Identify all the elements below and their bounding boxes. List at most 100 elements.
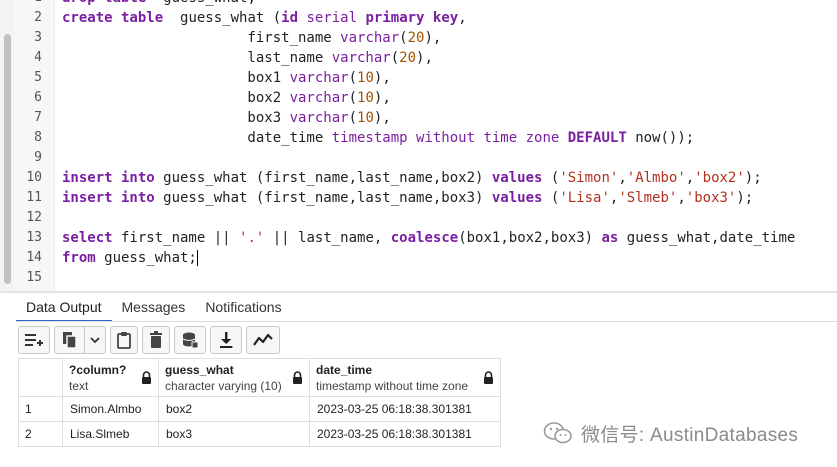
code-line[interactable]: 8 date_time timestamp without time zone …: [14, 128, 837, 148]
sql-string: '.': [239, 230, 265, 246]
table-cell[interactable]: box3: [158, 421, 310, 447]
code-text[interactable]: box2 varchar(10),: [62, 88, 390, 108]
code-text[interactable]: first_name varchar(20),: [62, 28, 441, 48]
sql-keyword: without time zone: [416, 130, 560, 146]
line-number: 12: [26, 210, 42, 225]
tab-notifications[interactable]: Notifications: [195, 293, 291, 322]
table-row[interactable]: 2 Lisa.Slmeb box3 2023-03-25 06:18:38.30…: [18, 421, 501, 447]
delete-row-button[interactable]: [142, 326, 170, 354]
sql-token: guess_what (first_name,last_name,box3): [154, 190, 492, 206]
sql-token: now());: [626, 130, 695, 146]
code-line[interactable]: 15: [14, 268, 837, 288]
row-number[interactable]: 2: [18, 421, 63, 447]
sql-token: );: [744, 170, 762, 186]
code-line[interactable]: 3 first_name varchar(20),: [14, 28, 837, 48]
sql-type: varchar: [289, 70, 349, 86]
paste-icon: [117, 332, 131, 349]
code-text[interactable]: drop table guess_what;: [62, 0, 256, 8]
table-cell[interactable]: 2023-03-25 06:18:38.301381: [309, 396, 501, 422]
copy-button[interactable]: [55, 327, 85, 353]
row-number-header: [18, 358, 63, 397]
editor-scrollbar[interactable]: [0, 0, 14, 291]
code-line[interactable]: 11 insert into guess_what (first_name,las…: [14, 188, 837, 208]
sql-keyword: insert into: [62, 190, 155, 206]
table-row[interactable]: 1 Simon.Almbo box2 2023-03-25 06:18:38.3…: [18, 396, 501, 422]
data-output-toolbar: [18, 326, 280, 356]
line-number: 15: [26, 270, 42, 285]
sql-token: ,: [677, 190, 686, 206]
result-grid: ?column? text guess_what character varyi…: [18, 358, 501, 447]
code-line[interactable]: 9: [14, 148, 837, 168]
table-cell[interactable]: Simon.Almbo: [62, 396, 159, 422]
sql-type: serial: [306, 10, 358, 26]
code-line[interactable]: 7 box3 varchar(10),: [14, 108, 837, 128]
code-text[interactable]: insert into guess_what (first_name,last_…: [62, 168, 762, 188]
sql-token: ,: [618, 170, 627, 186]
code-area[interactable]: 1 drop table guess_what; 2 create table gue…: [14, 0, 837, 288]
line-number: 8: [34, 130, 42, 145]
sql-keyword: as: [601, 230, 619, 246]
line-number: 11: [26, 190, 42, 205]
sql-token: (: [348, 90, 358, 106]
add-row-button[interactable]: [18, 326, 50, 354]
table-cell[interactable]: Lisa.Slmeb: [62, 421, 159, 447]
sql-number: 10: [357, 90, 374, 106]
sql-type: varchar: [289, 110, 349, 126]
sql-token: || last_name,: [264, 230, 391, 246]
column-type: text: [69, 378, 89, 393]
sql-token: (: [399, 30, 408, 46]
sql-token: ),: [373, 110, 391, 126]
code-text[interactable]: insert into guess_what (first_name,last_…: [62, 188, 753, 208]
download-button[interactable]: [210, 326, 242, 354]
sql-number: 20: [399, 50, 417, 66]
sql-keyword: values: [491, 170, 543, 186]
code-line[interactable]: 2 create table guess_what (id serial prim…: [14, 8, 837, 28]
line-number: 10: [26, 170, 42, 185]
column-name: date_time: [316, 362, 373, 377]
table-cell[interactable]: box2: [158, 396, 310, 422]
table-cell[interactable]: 2023-03-25 06:18:38.301381: [309, 421, 501, 447]
code-text[interactable]: create table guess_what (id serial prima…: [62, 8, 467, 28]
code-line[interactable]: 10 insert into guess_what (first_name,las…: [14, 168, 837, 188]
sql-keyword: create table: [62, 10, 164, 26]
code-line[interactable]: 12: [14, 208, 837, 228]
sql-editor[interactable]: 1 drop table guess_what; 2 create table gue…: [0, 0, 837, 291]
code-text[interactable]: box1 varchar(10),: [62, 68, 390, 88]
row-number[interactable]: 1: [18, 396, 63, 422]
sql-keyword: values: [491, 190, 543, 206]
sql-number: 10: [357, 70, 374, 86]
editor-scrollbar-thumb[interactable]: [4, 34, 11, 284]
grid-header-row: ?column? text guess_what character varyi…: [18, 358, 501, 397]
code-line[interactable]: 6 box2 varchar(10),: [14, 88, 837, 108]
line-number: 4: [34, 50, 42, 65]
save-data-button[interactable]: [174, 326, 206, 354]
code-text[interactable]: select first_name || '.' || last_name, c…: [62, 228, 795, 248]
code-text[interactable]: date_time timestamp without time zone DE…: [62, 128, 694, 148]
sql-token: ),: [424, 30, 442, 46]
code-text[interactable]: from guess_what;: [62, 248, 198, 268]
code-line[interactable]: 14 from guess_what;: [14, 248, 837, 268]
code-text[interactable]: last_name varchar(20),: [62, 48, 432, 68]
sql-keyword: insert into: [62, 170, 155, 186]
line-number: 2: [34, 10, 42, 25]
code-line[interactable]: 13 select first_name || '.' || last_name,…: [14, 228, 837, 248]
paste-button[interactable]: [110, 326, 138, 354]
sql-type: varchar: [340, 30, 400, 46]
column-header[interactable]: date_time timestamp without time zone: [309, 358, 501, 397]
sql-token: guess_what;: [146, 0, 256, 6]
column-header[interactable]: ?column? text: [62, 358, 159, 397]
result-tabs: Data Output Messages Notifications: [16, 293, 292, 322]
tab-messages[interactable]: Messages: [112, 293, 196, 322]
delete-icon: [150, 331, 162, 348]
code-line[interactable]: 1 drop table guess_what;: [14, 0, 837, 8]
code-line[interactable]: 5 box1 varchar(10),: [14, 68, 837, 88]
code-text[interactable]: box3 varchar(10),: [62, 108, 391, 128]
graph-visualiser-button[interactable]: [246, 326, 280, 354]
tab-data-output[interactable]: Data Output: [16, 293, 112, 322]
copy-options-dropdown[interactable]: [85, 327, 105, 353]
code-line[interactable]: 4 last_name varchar(20),: [14, 48, 837, 68]
sql-token: date_time: [62, 130, 332, 146]
column-header[interactable]: guess_what character varying (10): [158, 358, 310, 397]
copy-button-group: [54, 326, 106, 354]
line-number: 14: [26, 250, 42, 265]
